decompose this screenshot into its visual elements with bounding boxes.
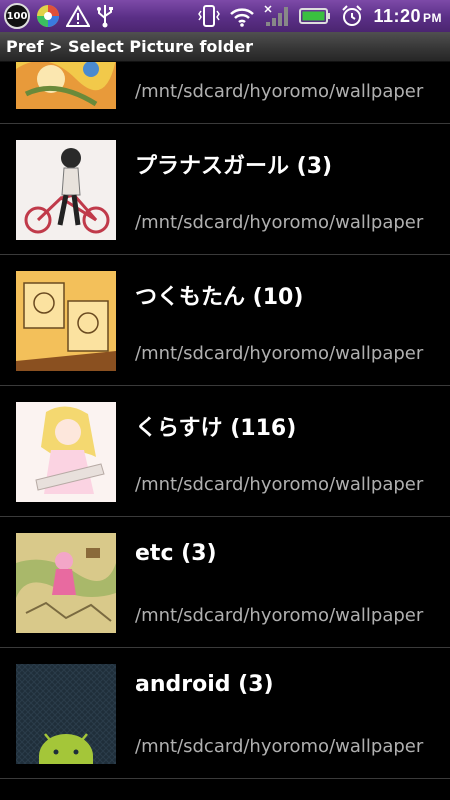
folder-path: /mnt/sdcard/hyoromo/wallpaper <box>135 81 424 102</box>
fantasy-map-thumbnail <box>16 533 116 633</box>
signal-icon <box>264 5 289 26</box>
sketch-comic-thumbnail <box>16 271 116 371</box>
folder-path: /mnt/sdcard/hyoromo/wallpaper <box>135 605 424 626</box>
folder-row[interactable]: etc (3) /mnt/sdcard/hyoromo/wallpaper <box>0 517 450 648</box>
clock: 11:20 PM <box>373 6 442 27</box>
yellow-anime-thumbnail <box>16 62 116 109</box>
wifi-icon <box>230 8 255 27</box>
folder-list[interactable]: /mnt/sdcard/hyoromo/wallpaper プラナスガール (3… <box>0 62 450 800</box>
folder-name: etc (3) <box>135 541 217 566</box>
folder-row[interactable]: /mnt/sdcard/hyoromo/wallpaper <box>0 62 450 124</box>
android-robot-thumbnail <box>16 664 116 764</box>
usb-icon <box>97 5 113 28</box>
folder-path: /mnt/sdcard/hyoromo/wallpaper <box>135 343 424 364</box>
folder-path: /mnt/sdcard/hyoromo/wallpaper <box>135 212 424 233</box>
folder-row[interactable]: くらすけ (116) /mnt/sdcard/hyoromo/wallpaper <box>0 386 450 517</box>
folder-name: つくもたん (10) <box>135 285 304 310</box>
status-bar: 100 11:20 PM <box>0 0 450 32</box>
folder-row[interactable]: プラナスガール (3) /mnt/sdcard/hyoromo/wallpape… <box>0 124 450 255</box>
folder-name: android (3) <box>135 672 274 697</box>
alarm-icon <box>342 5 363 26</box>
clock-ampm: PM <box>423 10 442 25</box>
folder-path: /mnt/sdcard/hyoromo/wallpaper <box>135 474 424 495</box>
folder-name: プラナスガール (3) <box>135 154 333 179</box>
folder-name: くらすけ (116) <box>135 416 297 441</box>
blonde-girl-thumbnail <box>16 402 116 502</box>
battery-level-text: 100 <box>6 10 28 22</box>
battery-icon <box>299 8 331 24</box>
title-bar: Pref > Select Picture folder <box>0 32 450 62</box>
battery-badge: 100 <box>4 3 30 29</box>
page-title: Pref > Select Picture folder <box>6 37 254 56</box>
color-wheel-icon <box>37 5 59 27</box>
folder-path: /mnt/sdcard/hyoromo/wallpaper <box>135 736 424 757</box>
warning-icon <box>66 5 90 27</box>
folder-row[interactable]: android (3) /mnt/sdcard/hyoromo/wallpape… <box>0 648 450 779</box>
vibrate-icon <box>198 5 221 27</box>
folder-row[interactable]: つくもたん (10) /mnt/sdcard/hyoromo/wallpaper <box>0 255 450 386</box>
clock-time: 11:20 <box>373 5 421 26</box>
girl-on-bicycle-thumbnail <box>16 140 116 240</box>
